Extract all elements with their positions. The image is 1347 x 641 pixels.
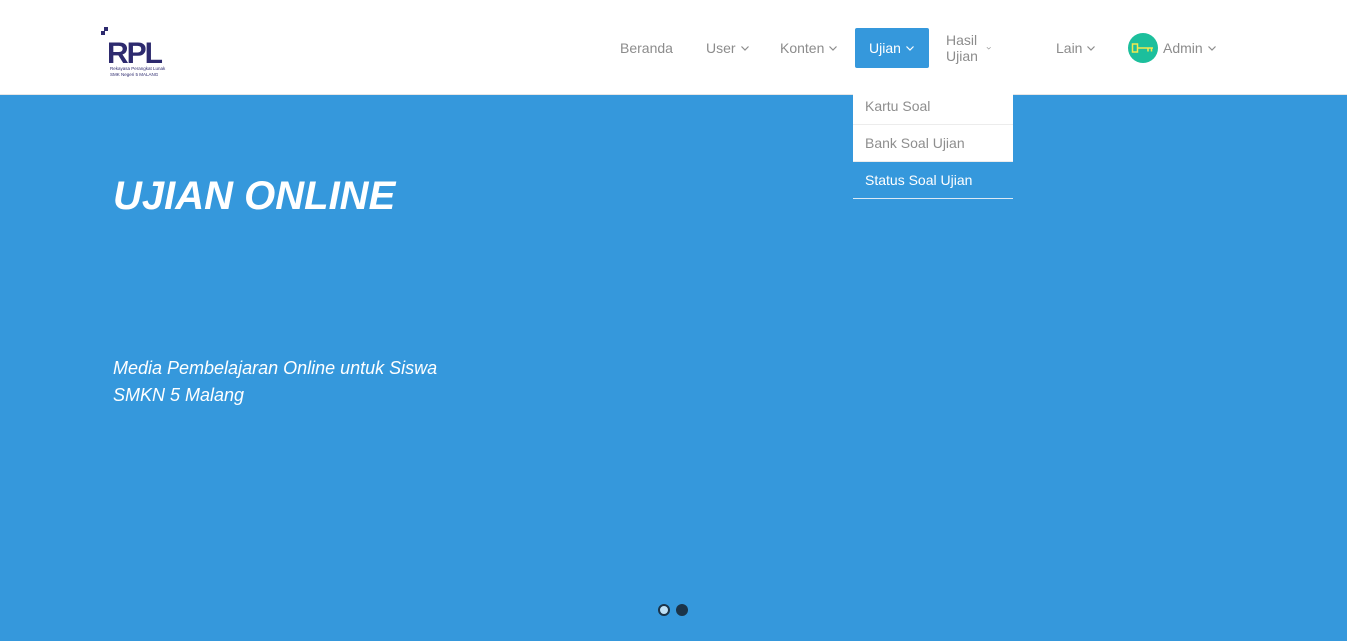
nav-beranda-label: Beranda (620, 40, 673, 56)
chevron-down-icon (740, 46, 749, 51)
hero-title: UJIAN ONLINE (113, 174, 396, 218)
dropdown-item-status-soal-ujian[interactable]: Status Soal Ujian (853, 162, 1013, 199)
nav-lain-label: Lain (1056, 40, 1083, 56)
logo-school: SMK Negeri 5 MALANG (110, 72, 159, 77)
chevron-down-icon (987, 46, 992, 50)
hero-subtitle: Media Pembelajaran Online untuk Siswa SM… (113, 355, 473, 409)
rpl-logo[interactable]: RPL Rekayasa Perangkat Lunak SMK Negeri … (101, 27, 167, 79)
chevron-down-icon (1207, 46, 1216, 51)
nav-beranda[interactable]: Beranda (620, 28, 673, 68)
nav-hasil-ujian[interactable]: Hasil Ujian (946, 28, 992, 68)
nav-hasil-ujian-label: Hasil Ujian (946, 32, 978, 64)
key-icon (1131, 43, 1153, 53)
logo-tagline: Rekayasa Perangkat Lunak (110, 66, 166, 71)
nav-user-label: User (706, 40, 736, 56)
nav-admin-label: Admin (1163, 40, 1203, 56)
dropdown-item-kartu-soal[interactable]: Kartu Soal (853, 88, 1013, 125)
nav-ujian-label: Ujian (869, 40, 901, 56)
carousel-indicators (658, 604, 688, 616)
top-navbar: RPL Rekayasa Perangkat Lunak SMK Negeri … (0, 0, 1347, 95)
nav-user-menu[interactable]: Admin (1128, 28, 1217, 68)
avatar (1128, 33, 1158, 63)
nav-user[interactable]: User (706, 28, 750, 68)
hero-subtitle-line1: Media Pembelajaran Online untuk Siswa (113, 358, 438, 378)
nav-ujian[interactable]: Ujian (855, 28, 929, 68)
carousel-dot-2[interactable] (676, 604, 688, 616)
rpl-logo-icon: RPL Rekayasa Perangkat Lunak SMK Negeri … (101, 27, 166, 77)
nav-lain[interactable]: Lain (1056, 28, 1096, 68)
hero-subtitle-line2: SMKN 5 Malang (113, 385, 245, 405)
nav-konten-label: Konten (780, 40, 825, 56)
chevron-down-icon (829, 46, 838, 51)
chevron-down-icon (1087, 46, 1096, 51)
nav-konten[interactable]: Konten (780, 28, 838, 68)
ujian-dropdown-menu: Kartu Soal Bank Soal Ujian Status Soal U… (853, 88, 1013, 199)
dropdown-item-bank-soal-ujian[interactable]: Bank Soal Ujian (853, 125, 1013, 162)
chevron-down-icon (906, 46, 914, 51)
carousel-dot-1[interactable] (658, 604, 670, 616)
